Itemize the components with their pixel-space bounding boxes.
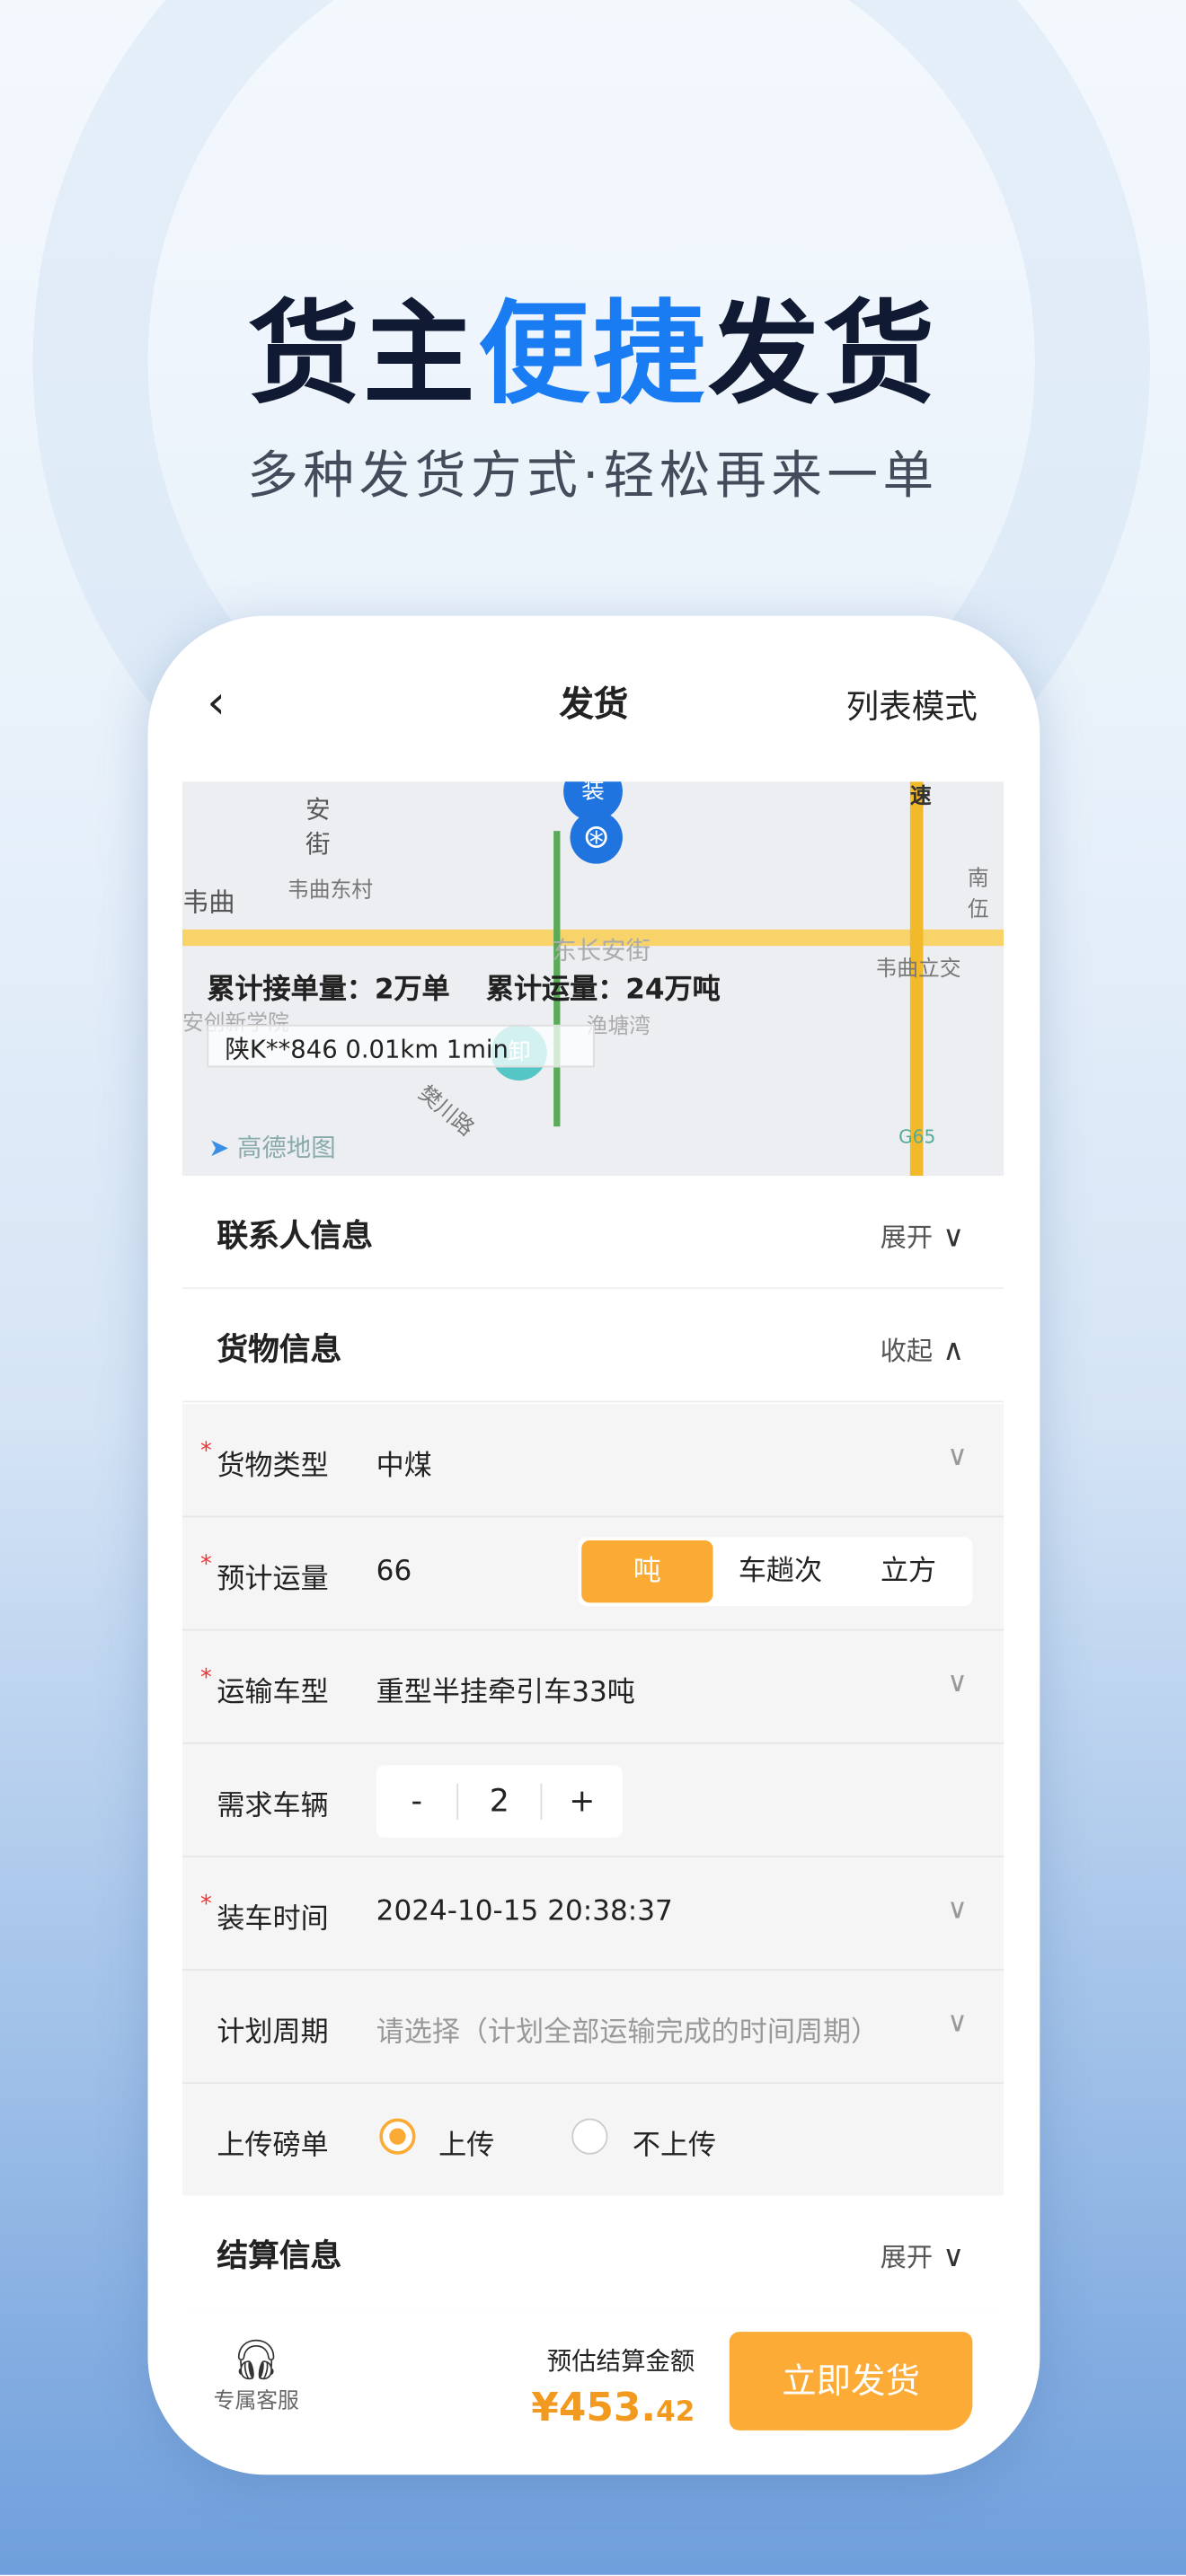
promo-subtitle: 多种发货方式·轻松再来一单 [247,446,939,507]
bottom-bar: 🎧︎ 专属客服 预估结算金额 ¥453.42 立即发货 [147,2307,1040,2475]
chevron-down-icon: ∨ [947,1440,968,1473]
vehicle-count-field: 需求车辆 - 2 + [181,1744,1005,1857]
section-title: 货物信息 [217,1331,342,1368]
load-time-field[interactable]: * 装车时间 2024-10-15 20:38:37 ∨ [181,1857,1005,1971]
chevron-down-icon: ∨ [947,2007,968,2040]
title-part: 货主 [248,290,479,421]
price-main: ¥453. [531,2384,657,2430]
stats-orders: 累计接单量：2万单 [207,974,450,1007]
radio-label: 不上传 [632,2130,717,2163]
expand-toggle[interactable]: 展开 ∨ [881,2235,965,2274]
customer-service-button[interactable]: 🎧︎ 专属客服 [214,2337,299,2414]
quantity-value[interactable]: 2 [456,1783,542,1820]
estimate: 预估结算金额 ¥453.42 [531,2343,695,2430]
field-value: 中煤 [376,1450,432,1483]
cumulative-stats: 累计接单量：2万单 累计运量：24万吨 [207,966,757,1007]
headset-icon: 🎧︎ [231,2336,282,2383]
collapse-toggle[interactable]: 收起 ∧ [881,1328,965,1368]
estimate-label: 预估结算金额 [546,2346,695,2377]
map-label: 樊川路 [412,1081,479,1142]
map-label: 安街 [305,794,331,860]
steering-wheel-icon: ⊛ [570,811,623,864]
nav-header: ‹ 发货 列表模式 [148,665,1040,737]
required-mark: * [200,1892,212,1919]
field-placeholder: 请选择（计划全部运输完成的时间周期） [376,2016,880,2050]
map-view[interactable]: 安街 韦曲 韦曲东村 东长安街 韦曲立交 安创新学院 渔塘湾 樊川路 南伍 G6… [181,781,1005,1177]
field-label: 需求车辆 [217,1789,329,1823]
quantity-stepper: - 2 + [376,1765,623,1838]
toggle-label: 展开 [880,2241,934,2273]
cargo-type-field[interactable]: * 货物类型 中煤 ∨ [181,1404,1005,1518]
radio-upload[interactable] [379,2118,416,2155]
map-label: 东长安街 [552,936,651,966]
submit-shipment-button[interactable]: 立即发货 [729,2332,973,2430]
field-label: 预计运量 [217,1563,329,1597]
phone-frame: ‹ 发货 列表模式 安街 韦曲 韦曲东村 东长安街 韦曲立交 安创新学院 渔塘湾… [147,615,1040,2475]
map-label: 韦曲东村 [287,878,374,904]
field-label: 运输车型 [217,1676,329,1710]
service-label: 专属客服 [213,2389,299,2414]
promo-title: 货主便捷发货 [0,263,1186,426]
map-label: 韦曲立交 [875,957,961,983]
map-label: 韦曲 [181,887,235,919]
required-mark: * [200,1438,212,1465]
expand-toggle[interactable]: 展开 ∨ [880,1215,965,1255]
chevron-down-icon: ∨ [947,1666,968,1700]
title-highlight: 便捷 [478,290,708,421]
field-label: 货物类型 [217,1450,329,1483]
price-cents: 42 [656,2395,695,2430]
field-label: 装车时间 [217,1902,329,1936]
volume-input[interactable]: 66 [376,1555,412,1588]
estimate-price: ¥453.42 [531,2385,695,2430]
toggle-label: 展开 [880,1222,934,1253]
radio-label: 上传 [438,2130,495,2163]
vehicle-type-field[interactable]: * 运输车型 重型半挂牵引车33吨 ∨ [181,1631,1005,1744]
contact-section-header[interactable]: 联系人信息 展开 ∨ [181,1176,1005,1290]
map-logo-text: 高德地图 [236,1133,336,1163]
field-value: 2024-10-15 20:38:37 [376,1894,673,1928]
weigh-slip-field: 上传磅单 上传 不上传 [182,2084,1004,2197]
map-label: G65 [898,1126,936,1148]
required-mark: * [200,1664,212,1692]
unit-option-trip[interactable]: 车趟次 [716,1540,845,1602]
goods-form: * 货物类型 中煤 ∨ * 预计运量 66 吨 车趟次 立方 * 运输车型 重型… [181,1404,1005,2197]
chevron-down-icon: ∨ [943,1220,965,1255]
required-mark: * [200,1551,212,1578]
chevron-down-icon: ∨ [943,2239,965,2275]
increment-button[interactable]: + [542,1784,623,1820]
map-label: 渔塘湾 [586,1014,651,1040]
section-title: 联系人信息 [217,1218,374,1255]
unit-selector: 吨 车趟次 立方 [578,1537,973,1607]
toggle-label: 收起 [880,1335,934,1367]
promo-screen: 货主便捷发货 多种发货方式·轻松再来一单 ‹ 发货 列表模式 安街 韦曲 韦曲东… [0,0,1186,2575]
field-value: 重型半挂牵引车33吨 [376,1676,635,1710]
vehicle-info: 陕K**846 0.01km 1min [207,1024,595,1068]
volume-field: * 预计运量 66 吨 车趟次 立方 [181,1517,1005,1631]
radio-no-upload[interactable] [571,2118,608,2155]
field-label: 计划周期 [217,2016,329,2050]
decrement-button[interactable]: - [376,1784,457,1820]
title-part: 发货 [707,290,938,421]
stats-volume: 累计运量：24万吨 [485,974,721,1007]
settlement-section-header[interactable]: 结算信息 展开 ∨ [181,2195,1005,2309]
section-title: 结算信息 [217,2237,342,2275]
chevron-up-icon: ∧ [943,1333,965,1368]
plan-period-field[interactable]: 计划周期 请选择（计划全部运输完成的时间周期） ∨ [181,1971,1005,2085]
map-label: 南伍 [967,867,989,923]
chevron-down-icon: ∨ [947,1893,968,1927]
map-logo: ➤ 高德地图 [208,1130,335,1164]
unit-option-ton[interactable]: 吨 [581,1539,713,1603]
navigation-arrow-icon: ➤ [208,1133,230,1163]
goods-section-header[interactable]: 货物信息 收起 ∧ [181,1289,1005,1403]
field-label: 上传磅单 [217,2130,329,2163]
unit-option-cubic[interactable]: 立方 [845,1540,973,1602]
list-mode-button[interactable]: 列表模式 [846,680,978,728]
map-label: 速 [909,784,932,810]
